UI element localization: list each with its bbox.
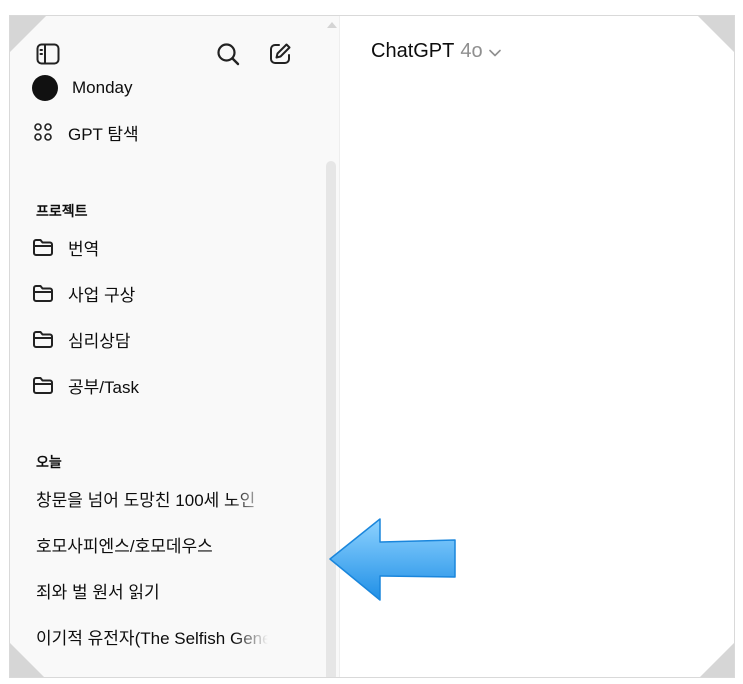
sidebar-item-label: GPT 탐색 (68, 124, 139, 144)
scroll-up-arrow-icon[interactable] (327, 22, 337, 28)
chat-item[interactable]: 이기적 유전자(The Selfish Gene) (36, 619, 268, 659)
model-selector[interactable]: ChatGPT 4o (371, 40, 501, 63)
chat-item[interactable]: 창문을 넘어 도망친 100세 노인 (36, 481, 268, 521)
grid-icon (32, 121, 54, 143)
chat-item[interactable]: 호모사피엔스/호모데우스 (36, 527, 268, 567)
folder-icon (32, 374, 54, 396)
chevron-down-icon (488, 40, 501, 63)
today-heading: 오늘 (36, 454, 62, 470)
sidebar: Monday GPT 탐색 프로젝트 번역 사업 구상 심리상담 공부/Task… (10, 16, 339, 677)
sidebar-item-monday[interactable]: Monday (32, 68, 132, 108)
model-version: 4o (460, 40, 483, 62)
chat-item[interactable]: 죄와 벌 원서 읽기 (36, 573, 268, 613)
project-item-translation[interactable]: 번역 (32, 227, 99, 267)
app-window: Monday GPT 탐색 프로젝트 번역 사업 구상 심리상담 공부/Task… (9, 15, 735, 678)
project-item-business[interactable]: 사업 구상 (32, 273, 135, 313)
project-item-label: 사업 구상 (68, 285, 136, 305)
folder-icon (32, 328, 54, 350)
frame-corner (698, 16, 734, 52)
frame-corner (700, 643, 734, 677)
project-item-counseling[interactable]: 심리상담 (32, 319, 131, 359)
new-chat-icon[interactable] (266, 40, 294, 68)
sidebar-item-explore-gpts[interactable]: GPT 탐색 (32, 112, 139, 152)
projects-heading: 프로젝트 (36, 203, 88, 219)
pointer-arrow-icon (329, 518, 456, 601)
project-item-study[interactable]: 공부/Task (32, 365, 139, 405)
monday-avatar (32, 75, 58, 101)
frame-corner (10, 16, 46, 52)
project-item-label: 심리상담 (68, 331, 131, 351)
folder-icon (32, 282, 54, 304)
project-item-label: 번역 (68, 239, 100, 259)
folder-icon (32, 236, 54, 258)
project-item-label: 공부/Task (68, 377, 139, 397)
sidebar-item-label: Monday (72, 78, 133, 97)
search-icon[interactable] (214, 40, 242, 68)
frame-corner (10, 643, 44, 677)
model-name: ChatGPT (371, 40, 455, 62)
